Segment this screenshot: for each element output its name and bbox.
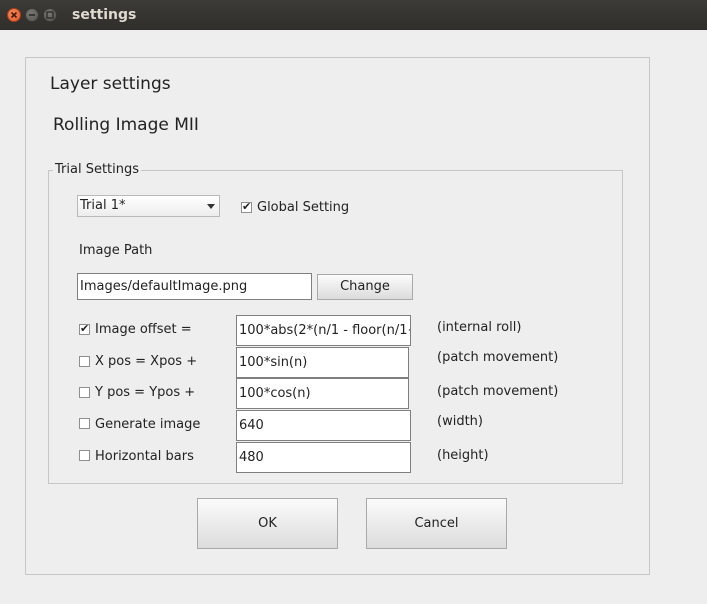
x-pos-checkbox[interactable] [79, 356, 90, 367]
trial-settings-label: Trial Settings [53, 162, 142, 177]
dropdown-arrow-icon [207, 204, 215, 209]
close-icon [10, 11, 18, 19]
y-pos-note: (patch movement) [437, 384, 559, 399]
x-pos-input[interactable]: 100*sin(n) [236, 347, 409, 378]
image-offset-checkbox[interactable]: ✔ [79, 322, 90, 335]
global-setting-checkbox[interactable]: ✔ [241, 200, 252, 213]
image-path-label: Image Path [79, 243, 153, 258]
trial-select[interactable]: Trial 1* [77, 195, 220, 217]
check-icon: ✔ [80, 322, 90, 335]
cancel-button[interactable]: Cancel [366, 498, 507, 549]
check-icon: ✔ [242, 200, 252, 213]
ok-button[interactable]: OK [197, 498, 338, 549]
close-window-button[interactable] [7, 8, 21, 22]
x-pos-note: (patch movement) [437, 350, 559, 365]
maximize-window-button[interactable] [43, 8, 57, 22]
horizontal-bars-checkbox[interactable] [79, 450, 90, 461]
width-input[interactable]: 640 [236, 410, 411, 441]
minimize-icon [29, 14, 35, 16]
y-pos-label: Y pos = Ypos + [95, 385, 196, 400]
trial-select-value: Trial 1* [80, 198, 126, 213]
height-input[interactable]: 480 [236, 442, 411, 473]
horizontal-bars-label: Horizontal bars [95, 449, 194, 464]
title-bar: settings [0, 0, 707, 30]
height-note: (height) [437, 448, 489, 463]
image-offset-input[interactable]: 100*abs(2*(n/1 - floor(n/1+ [236, 315, 411, 346]
generate-image-label: Generate image [95, 417, 201, 432]
minimize-window-button[interactable] [25, 8, 39, 22]
y-pos-input[interactable]: 100*cos(n) [236, 378, 409, 409]
layer-name: Rolling Image MII [53, 115, 199, 135]
image-offset-note: (internal roll) [437, 320, 522, 335]
maximize-icon [46, 11, 54, 19]
generate-image-checkbox[interactable] [79, 418, 90, 429]
window-title: settings [72, 7, 137, 23]
image-path-input[interactable]: Images/defaultImage.png [77, 273, 312, 300]
y-pos-checkbox[interactable] [79, 387, 90, 398]
change-button[interactable]: Change [317, 274, 413, 300]
x-pos-label: X pos = Xpos + [95, 354, 198, 369]
image-offset-label: Image offset = [95, 322, 192, 337]
global-setting-label: Global Setting [257, 200, 350, 215]
width-note: (width) [437, 414, 483, 429]
page-title: Layer settings [50, 74, 171, 94]
